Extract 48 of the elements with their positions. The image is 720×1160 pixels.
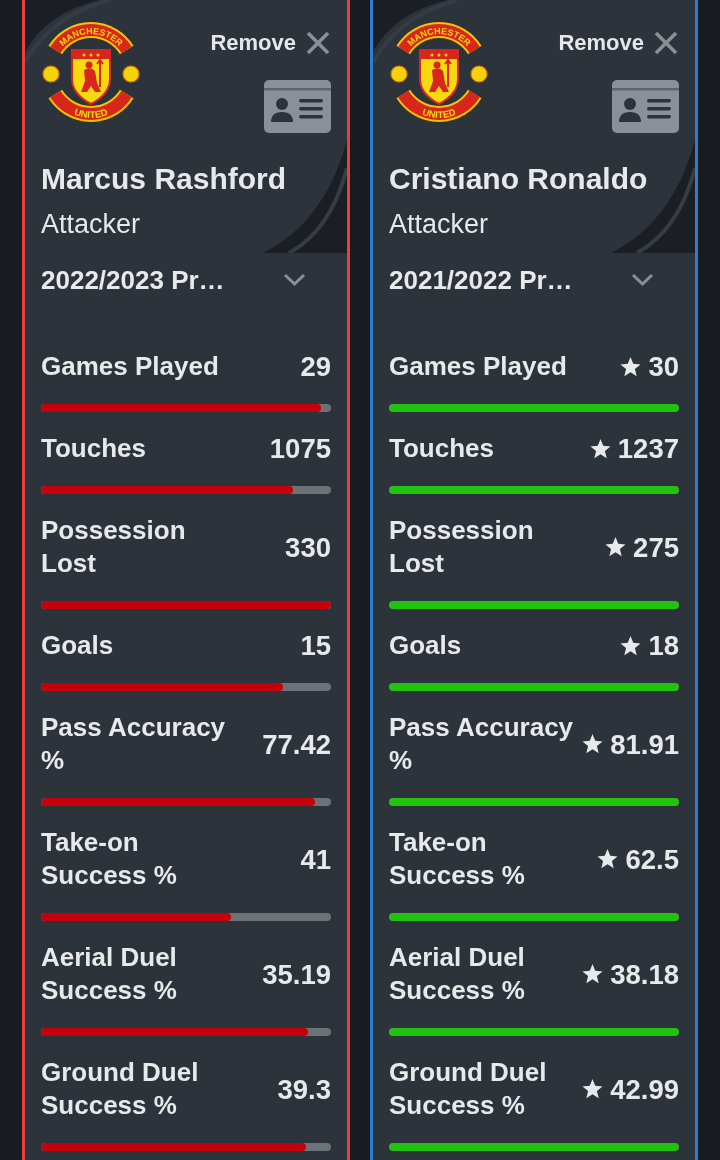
stat-label: Possession Lost (41, 514, 187, 580)
stat-label: Take-on Success % (41, 826, 178, 892)
stat-label: Aerial Duel Success % (389, 941, 526, 1007)
chevron-down-icon (283, 273, 306, 287)
stat-value: 42.99 (610, 1072, 679, 1106)
stat-value: 18 (648, 629, 679, 662)
close-icon (653, 30, 679, 56)
crest-text: UNITED (421, 106, 457, 121)
stat-label: Aerial Duel Success % (41, 941, 178, 1007)
stat-value: 81.91 (610, 727, 679, 761)
season-dropdown[interactable]: 2021/2022 Pr… (389, 263, 679, 297)
stat-label: Touches (389, 432, 494, 465)
stat-value: 15 (300, 629, 331, 662)
player-name: Marcus Rashford (41, 161, 288, 197)
stat-label: Pass Accuracy % (389, 711, 575, 777)
stat-value: 77.42 (262, 727, 331, 761)
stat-value: 35.19 (262, 957, 331, 991)
stat-label: Games Played (41, 350, 219, 383)
id-card-icon[interactable] (264, 80, 331, 133)
stat-label: Goals (389, 629, 462, 662)
stat-label: Games Played (389, 350, 567, 383)
stat-value: 39.3 (277, 1072, 331, 1106)
stat-label: Take-on Success % (389, 826, 526, 892)
id-card-icon[interactable] (612, 80, 679, 133)
stat-label: Touches (41, 432, 146, 465)
stat-value: 275 (633, 530, 679, 564)
crest-text: UNITED (73, 106, 109, 121)
close-icon (305, 30, 331, 56)
stat-value: 1075 (269, 432, 331, 465)
remove-button[interactable]: Remove (558, 28, 679, 58)
stat-label: Goals (41, 629, 114, 662)
stat-label: Pass Accuracy % (41, 711, 227, 777)
stat-label: Ground Duel Success % (389, 1056, 548, 1122)
stat-value: 38.18 (610, 957, 679, 991)
stat-value: 330 (285, 530, 331, 564)
player-position: Attacker (41, 208, 142, 241)
stat-label: Possession Lost (389, 514, 535, 580)
stat-label: Ground Duel Success % (41, 1056, 200, 1122)
season-dropdown[interactable]: 2022/2023 Pr… (41, 263, 331, 297)
stat-value: 62.5 (625, 842, 679, 876)
stat-value: 1237 (617, 432, 679, 465)
chevron-down-icon (631, 273, 654, 287)
stat-value: 29 (300, 350, 331, 383)
remove-button[interactable]: Remove (210, 28, 331, 58)
stat-value: 30 (648, 350, 679, 383)
player-name: Cristiano Ronaldo (389, 161, 649, 197)
stat-value: 41 (300, 842, 331, 876)
player-position: Attacker (389, 208, 490, 241)
